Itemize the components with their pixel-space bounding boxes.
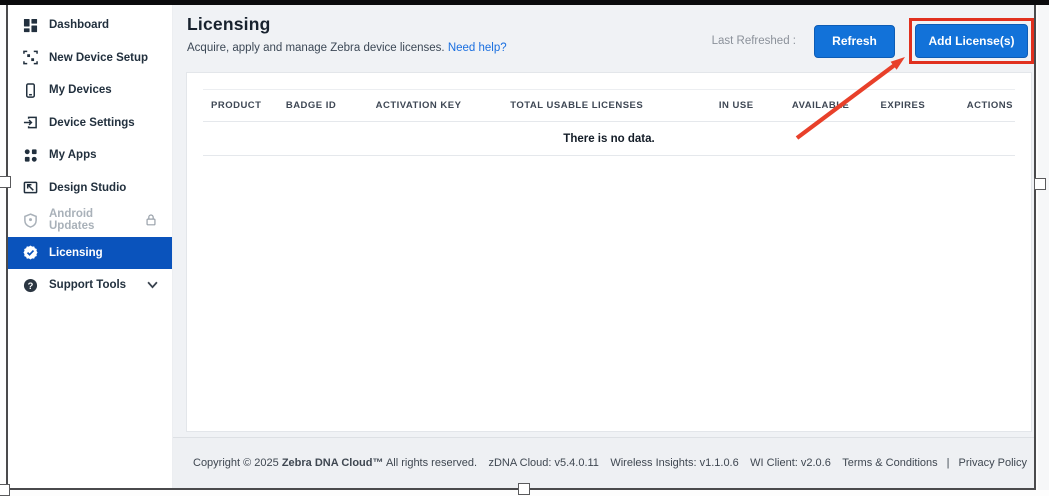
apps-grid-icon bbox=[23, 148, 38, 163]
column-header-total-usable-licenses: TOTAL USABLE LICENSES bbox=[502, 90, 698, 121]
footer-links: Terms & Conditions | Privacy Policy bbox=[842, 457, 1027, 469]
window-top-border bbox=[0, 0, 1049, 5]
device-settings-icon bbox=[23, 115, 38, 130]
header-actions: Last Refreshed : Refresh Add License(s) bbox=[712, 18, 1034, 64]
sidebar-item-label: Support Tools bbox=[49, 279, 126, 291]
terms-link[interactable]: Terms & Conditions bbox=[842, 457, 937, 469]
sidebar-item-label: Android Updates bbox=[49, 208, 133, 232]
right-margin bbox=[1038, 5, 1049, 490]
sidebar-item-label: My Devices bbox=[49, 84, 112, 96]
sidebar-item-label: Dashboard bbox=[49, 19, 109, 31]
column-header-actions: ACTIONS bbox=[933, 90, 1015, 121]
footer: Copyright © 2025 Zebra DNA Cloud™ All ri… bbox=[173, 437, 1034, 488]
copyright-text: Copyright © 2025 Zebra DNA Cloud™ All ri… bbox=[193, 457, 477, 469]
resize-handle-bottom[interactable] bbox=[518, 483, 530, 495]
app-window: Dashboard New Device Setup My Devices bbox=[6, 5, 1036, 490]
license-badge-icon bbox=[23, 245, 38, 260]
sidebar-item-label: Device Settings bbox=[49, 117, 135, 129]
sidebar-item-android-updates[interactable]: Android Updates bbox=[8, 204, 172, 237]
resize-handle-right[interactable] bbox=[1034, 178, 1046, 190]
design-cursor-icon bbox=[23, 180, 38, 195]
sidebar-item-label: Design Studio bbox=[49, 182, 126, 194]
column-header-expires: EXPIRES bbox=[857, 90, 933, 121]
resize-handle-bottom-left[interactable] bbox=[0, 484, 10, 496]
license-table-card: PRODUCT BADGE ID ACTIVATION KEY TOTAL US… bbox=[186, 72, 1032, 432]
shield-icon bbox=[23, 213, 38, 228]
privacy-link[interactable]: Privacy Policy bbox=[959, 457, 1027, 469]
license-table: PRODUCT BADGE ID ACTIVATION KEY TOTAL US… bbox=[203, 89, 1015, 156]
sidebar-item-my-apps[interactable]: My Apps bbox=[8, 139, 172, 172]
brand-name: Zebra DNA Cloud™ bbox=[282, 457, 384, 469]
sidebar-item-label: My Apps bbox=[49, 149, 97, 161]
column-header-in-use: IN USE bbox=[699, 90, 762, 121]
footer-link-separator: | bbox=[947, 457, 950, 469]
sidebar-item-device-settings[interactable]: Device Settings bbox=[8, 107, 172, 140]
sidebar-item-label: Licensing bbox=[49, 247, 103, 259]
need-help-link[interactable]: Need help? bbox=[448, 42, 507, 54]
question-circle-icon: ? bbox=[23, 278, 38, 293]
column-header-badge-id: BADGE ID bbox=[278, 90, 368, 121]
sidebar: Dashboard New Device Setup My Devices bbox=[8, 5, 173, 488]
column-header-product: PRODUCT bbox=[203, 90, 278, 121]
wireless-insights-version: Wireless Insights: v1.1.0.6 bbox=[610, 457, 738, 469]
last-refreshed-label: Last Refreshed : bbox=[712, 35, 796, 47]
chevron-down-icon bbox=[147, 281, 158, 289]
dashboard-icon bbox=[23, 18, 38, 33]
wi-client-version: WI Client: v2.0.6 bbox=[750, 457, 831, 469]
sidebar-item-support-tools[interactable]: ? Support Tools bbox=[8, 269, 172, 302]
sidebar-item-new-device-setup[interactable]: New Device Setup bbox=[8, 42, 172, 75]
table-header-row: PRODUCT BADGE ID ACTIVATION KEY TOTAL US… bbox=[203, 90, 1015, 122]
annotation-highlight-box: Add License(s) bbox=[909, 18, 1034, 64]
main-content: Licensing Acquire, apply and manage Zebr… bbox=[173, 5, 1034, 488]
zdna-version: zDNA Cloud: v5.4.0.11 bbox=[488, 457, 598, 469]
sidebar-item-licensing[interactable]: Licensing bbox=[8, 237, 172, 270]
sidebar-item-label: New Device Setup bbox=[49, 52, 148, 64]
sidebar-item-dashboard[interactable]: Dashboard bbox=[8, 9, 172, 42]
smartphone-icon bbox=[23, 83, 38, 98]
add-license-button[interactable]: Add License(s) bbox=[915, 24, 1028, 58]
refresh-button[interactable]: Refresh bbox=[814, 25, 895, 58]
sidebar-item-design-studio[interactable]: Design Studio bbox=[8, 172, 172, 205]
lock-icon bbox=[144, 213, 158, 227]
column-header-activation-key: ACTIVATION KEY bbox=[368, 90, 503, 121]
screenshot: Dashboard New Device Setup My Devices bbox=[0, 0, 1049, 496]
resize-handle-left[interactable] bbox=[0, 176, 11, 188]
sidebar-item-my-devices[interactable]: My Devices bbox=[8, 74, 172, 107]
column-header-available: AVAILABLE bbox=[762, 90, 858, 121]
svg-text:?: ? bbox=[28, 281, 34, 291]
table-empty-message: There is no data. bbox=[203, 122, 1015, 156]
qr-scan-icon bbox=[23, 50, 38, 65]
